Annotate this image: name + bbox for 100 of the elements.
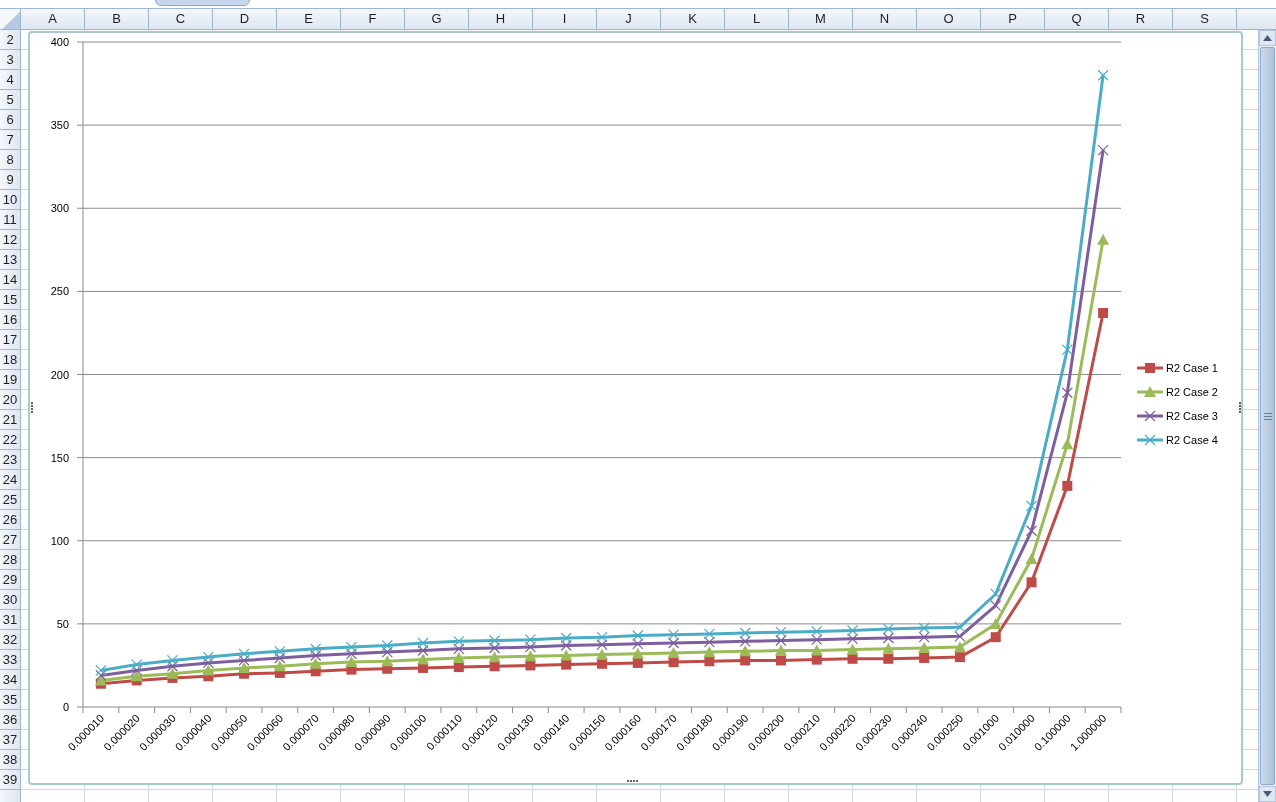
row-header[interactable]: 3 (0, 50, 20, 70)
data-point (703, 628, 715, 640)
row-header[interactable]: 24 (0, 470, 20, 490)
scroll-down-button[interactable] (1259, 786, 1276, 802)
column-header[interactable]: S (1173, 9, 1237, 29)
column-header[interactable]: K (661, 9, 725, 29)
data-point (989, 617, 1002, 629)
column-header[interactable]: D (213, 9, 277, 29)
resize-handle[interactable] (31, 402, 33, 413)
row-header[interactable]: 9 (0, 170, 20, 190)
data-point (238, 661, 251, 673)
row-header[interactable]: 11 (0, 210, 20, 230)
column-header[interactable]: Q (1045, 9, 1109, 29)
row-header[interactable]: 29 (0, 570, 20, 590)
column-header[interactable]: O (917, 9, 981, 29)
column-header[interactable]: E (277, 9, 341, 29)
row-header[interactable]: 38 (0, 750, 20, 770)
row-header[interactable]: 20 (0, 390, 20, 410)
data-point (739, 635, 751, 647)
row-header[interactable]: 8 (0, 150, 20, 170)
row-header[interactable]: 31 (0, 610, 20, 630)
data-point (882, 632, 894, 644)
row-header[interactable]: 2 (0, 30, 20, 50)
column-header[interactable]: I (533, 9, 597, 29)
row-header[interactable]: 18 (0, 350, 20, 370)
column-header[interactable]: J (597, 9, 661, 29)
row-header[interactable]: 16 (0, 310, 20, 330)
column-header[interactable]: R (1109, 9, 1173, 29)
resize-handle[interactable] (1239, 402, 1241, 413)
row-header[interactable]: 39 (0, 770, 20, 790)
row-header[interactable]: 12 (0, 230, 20, 250)
data-point (811, 634, 823, 646)
column-header[interactable]: N (853, 9, 917, 29)
row-header[interactable]: 27 (0, 530, 20, 550)
legend-label: R2 Case 3 (1166, 410, 1218, 422)
data-point (953, 641, 966, 653)
data-point (345, 641, 358, 653)
row-header[interactable]: 32 (0, 630, 20, 650)
resize-handle[interactable] (627, 780, 638, 782)
data-point (452, 651, 465, 663)
row-header[interactable]: 4 (0, 70, 20, 90)
row-header[interactable]: 6 (0, 110, 20, 130)
row-header[interactable]: 25 (0, 490, 20, 510)
data-point (846, 633, 859, 645)
row-header[interactable]: 23 (0, 450, 20, 470)
data-point (524, 641, 536, 653)
data-point (489, 642, 501, 654)
data-point (811, 654, 822, 665)
data-point (273, 660, 286, 672)
row-header[interactable]: 10 (0, 190, 20, 210)
column-header[interactable]: A (21, 9, 85, 29)
axis-tick-label: 150 (50, 451, 69, 464)
data-point (774, 644, 787, 656)
data-point (775, 655, 786, 666)
data-point (918, 642, 931, 653)
data-point (345, 648, 358, 660)
row-header[interactable]: 22 (0, 430, 20, 450)
column-header[interactable]: C (149, 9, 213, 29)
data-point (130, 670, 143, 682)
row-header[interactable]: 35 (0, 690, 20, 710)
row-header[interactable]: 21 (0, 410, 20, 430)
data-point (453, 643, 465, 655)
row-header[interactable]: 14 (0, 270, 20, 290)
scroll-thumb[interactable] (1260, 47, 1275, 785)
row-header[interactable]: 33 (0, 650, 20, 670)
data-point (1098, 308, 1109, 318)
axis-tick-label: 250 (50, 285, 69, 298)
row-header[interactable]: 17 (0, 330, 20, 350)
row-header[interactable]: 7 (0, 130, 20, 150)
row-header[interactable]: 34 (0, 670, 20, 690)
data-point (561, 659, 572, 670)
row-header[interactable]: 19 (0, 370, 20, 390)
row-header[interactable]: 36 (0, 710, 20, 730)
column-header[interactable]: B (85, 9, 149, 29)
axis-tick-label: 100 (50, 534, 69, 547)
data-point (703, 646, 716, 658)
row-header[interactable]: 28 (0, 550, 20, 570)
data-point (739, 627, 751, 639)
row-header[interactable]: 37 (0, 730, 20, 750)
vertical-scrollbar[interactable] (1258, 30, 1276, 802)
row-header[interactable]: 15 (0, 290, 20, 310)
column-header[interactable]: L (725, 9, 789, 29)
data-point (489, 634, 501, 647)
column-header[interactable]: H (469, 9, 533, 29)
data-point (846, 624, 859, 637)
data-point (954, 630, 966, 642)
row-header[interactable]: 5 (0, 90, 20, 110)
data-point (453, 662, 464, 673)
column-header[interactable]: G (405, 9, 469, 29)
scroll-up-button[interactable] (1259, 30, 1276, 46)
row-header[interactable]: 13 (0, 250, 20, 270)
data-point (631, 647, 644, 659)
row-header[interactable]: 30 (0, 590, 20, 610)
column-header[interactable]: M (789, 9, 853, 29)
data-point (918, 631, 930, 643)
data-point (560, 632, 572, 644)
row-header[interactable]: 26 (0, 510, 20, 530)
axis-tick-label: 50 (56, 617, 69, 630)
column-header[interactable]: P (981, 9, 1045, 29)
column-header[interactable]: F (341, 9, 405, 29)
